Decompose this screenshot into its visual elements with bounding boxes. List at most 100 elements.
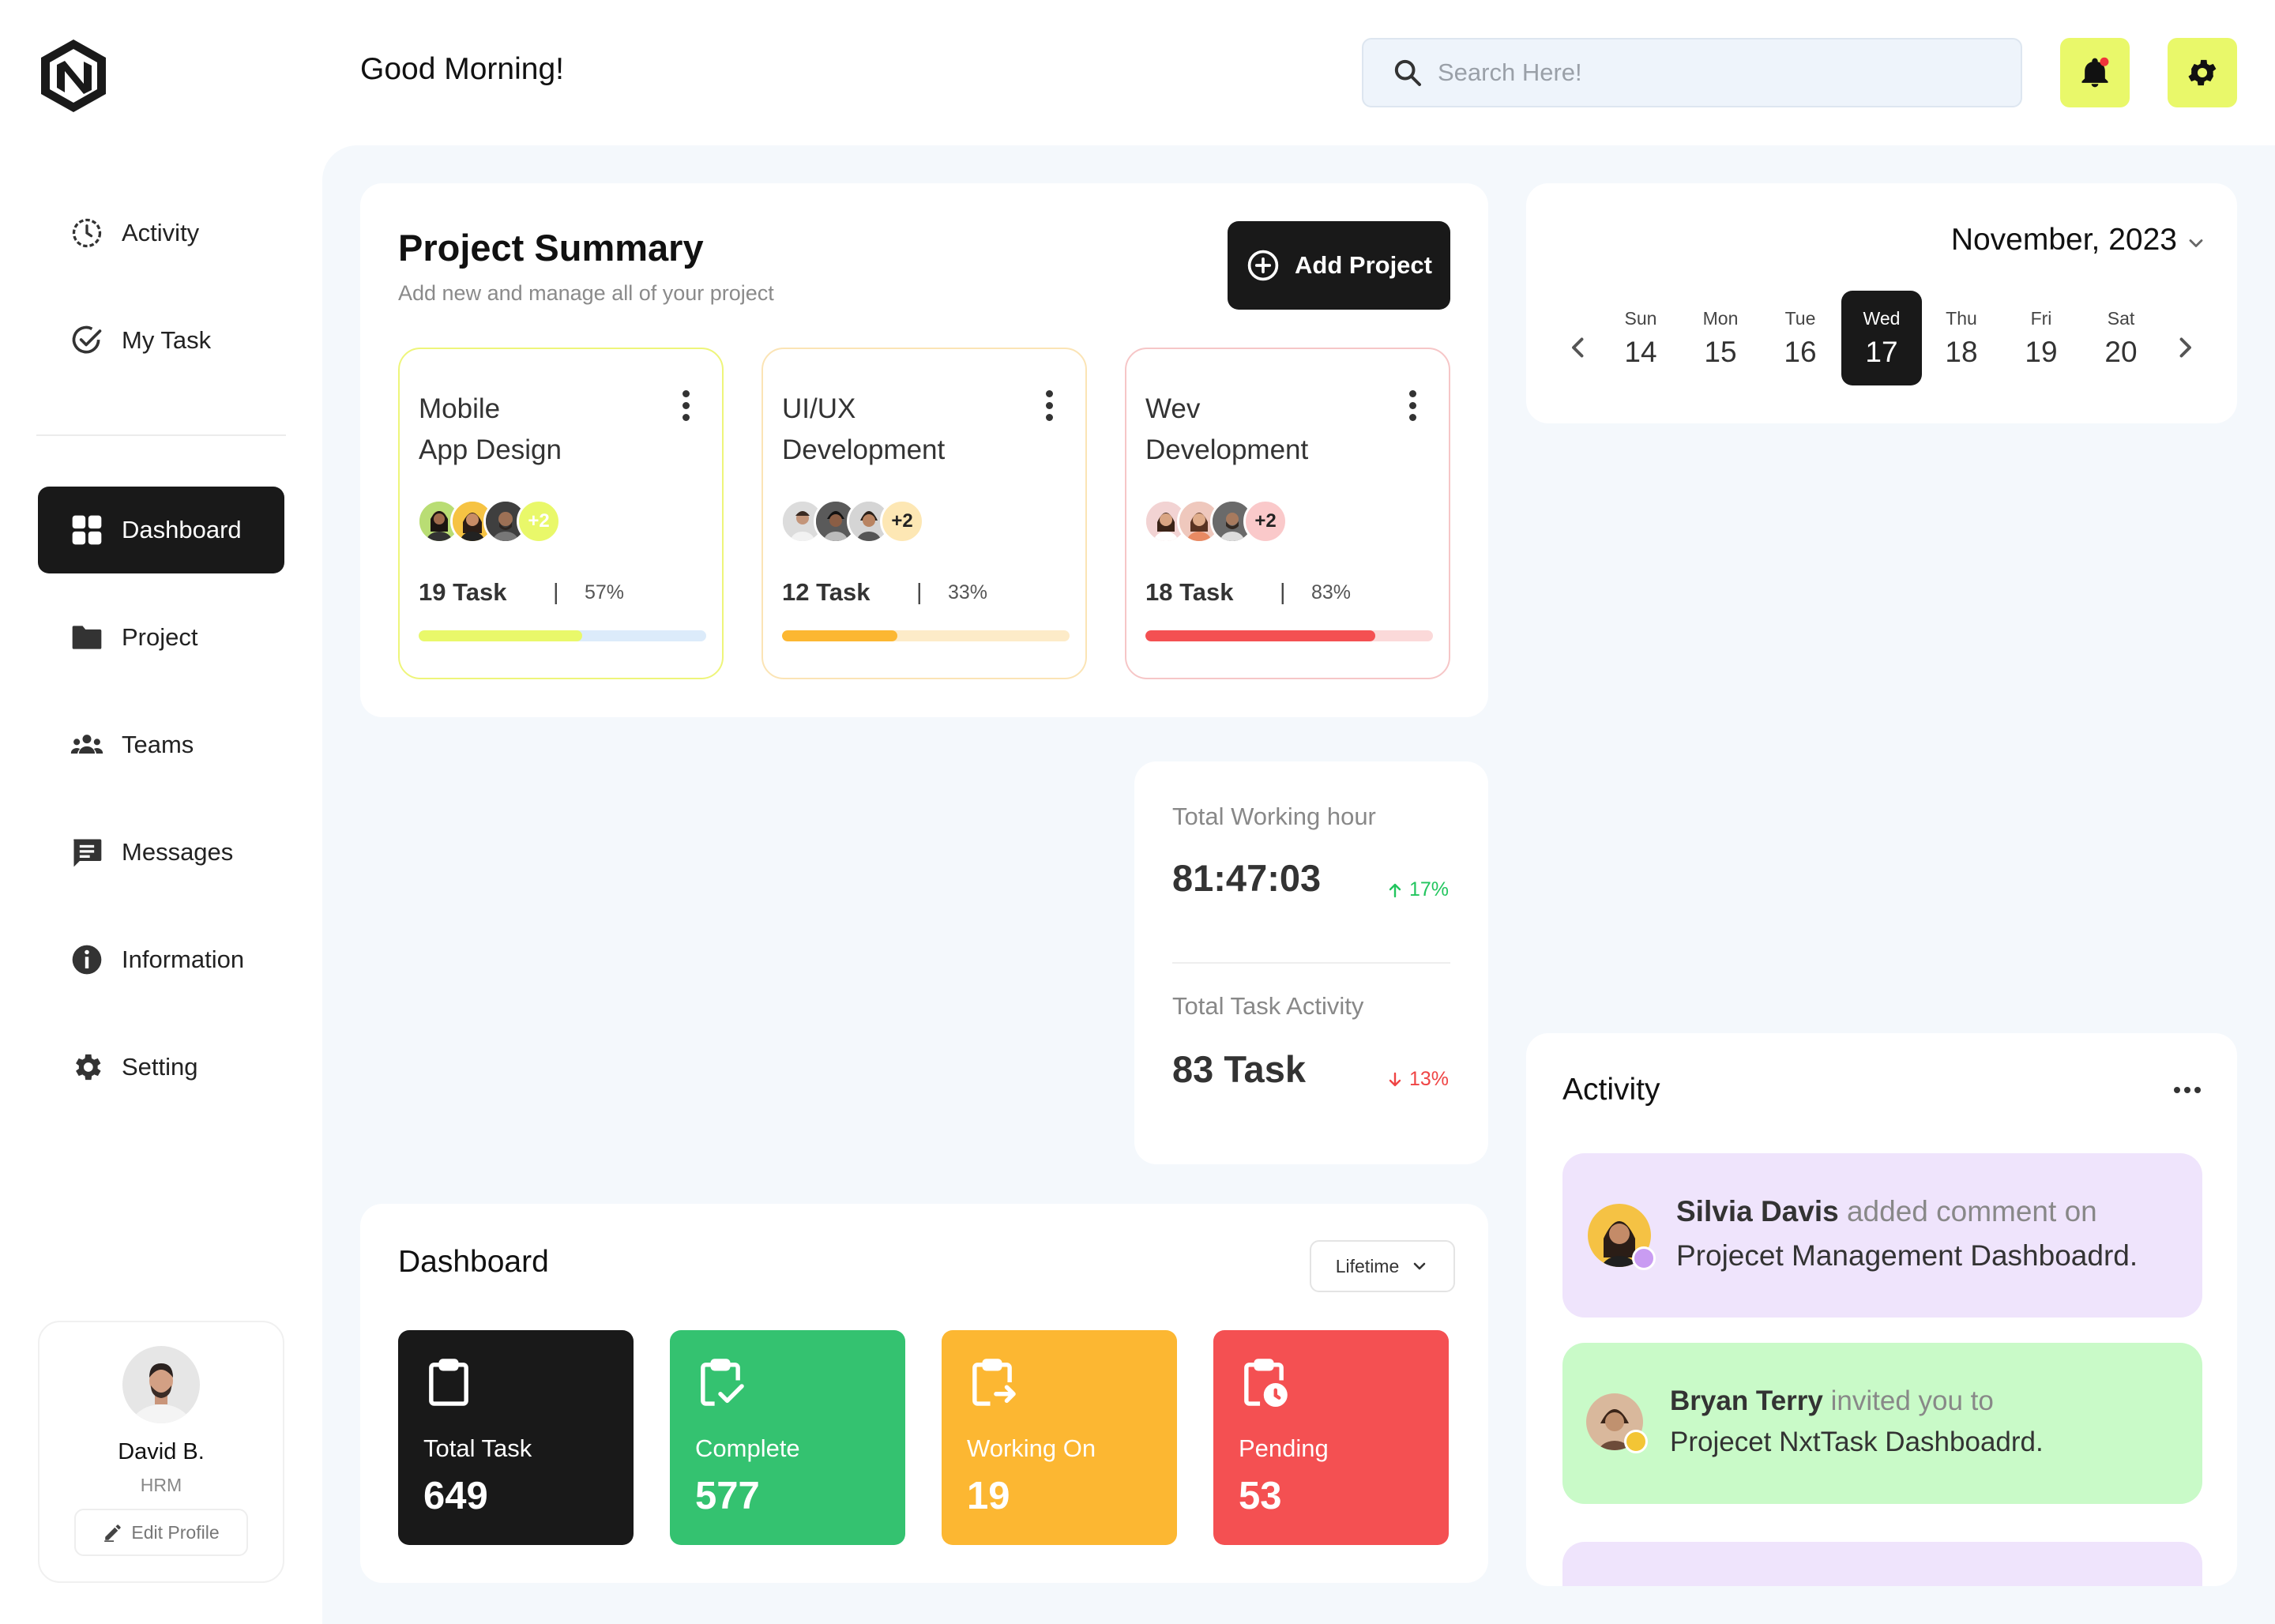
calendar-day[interactable]: Sat 20 — [2081, 291, 2161, 385]
task-percent: 57% — [585, 581, 625, 603]
member-avatars: +2 — [780, 499, 924, 543]
sidebar-item-messages[interactable]: Messages — [38, 809, 284, 896]
pencil-icon — [104, 1524, 122, 1542]
activity-card: Activity Silvia Davis added comment on P… — [1526, 1033, 2237, 1586]
bell-icon — [2081, 57, 2109, 88]
task-percent: 33% — [948, 581, 988, 603]
search-input[interactable] — [1438, 58, 1975, 87]
calendar-day[interactable]: Sun 14 — [1600, 291, 1681, 385]
tile-total-task[interactable]: Total Task 649 — [398, 1330, 634, 1545]
tile-complete[interactable]: Complete 577 — [670, 1330, 905, 1545]
profile-card: David B. HRM Edit Profile — [38, 1321, 284, 1583]
activity-text: Bryan Terry invited you to Projecet NxtT… — [1670, 1385, 2044, 1457]
nxt-logo[interactable] — [38, 38, 109, 114]
project-summary-title: Project Summary — [398, 227, 704, 269]
avatar — [122, 1346, 200, 1423]
calendar-card: November, 2023 Sun 14 Mon 15 Tue 16 Wed 17 T… — [1526, 183, 2237, 423]
sidebar-item-label: Teams — [122, 731, 194, 758]
working-hour-trend: 17% — [1386, 878, 1449, 901]
task-activity-value: 83 Task — [1172, 1048, 1306, 1090]
clipboard-icon — [429, 1359, 468, 1406]
tile-value: 649 — [423, 1475, 488, 1517]
tile-label: Complete — [695, 1434, 800, 1462]
edit-profile-button[interactable]: Edit Profile — [74, 1509, 248, 1556]
more-vertical-icon[interactable] — [1408, 390, 1417, 425]
calendar-month[interactable]: November, 2023 — [1951, 223, 2177, 258]
task-percent: 83% — [1311, 581, 1352, 603]
project-title: Wev Development — [1145, 393, 1309, 465]
clipboard-arrow-icon — [972, 1359, 1016, 1406]
project-card-uiux-development[interactable]: UI/UX Development +2 12 Task | 33% — [761, 348, 1087, 679]
calendar-day[interactable]: Thu 18 — [1921, 291, 2002, 385]
tile-value: 577 — [695, 1475, 760, 1517]
people-icon — [70, 735, 103, 754]
comment-badge-icon — [1632, 1246, 1656, 1270]
task-activity-label: Total Task Activity — [1172, 992, 1364, 1020]
member-avatars: +2 — [1144, 499, 1288, 543]
profile-role: HRM — [140, 1475, 182, 1495]
sidebar-item-project[interactable]: Project — [38, 594, 284, 681]
chevron-left-icon[interactable] — [1564, 333, 1592, 362]
chevron-right-icon[interactable] — [2171, 333, 2199, 362]
more-vertical-icon[interactable] — [681, 390, 690, 425]
tile-label: Working On — [967, 1434, 1096, 1462]
sidebar-item-activity[interactable]: Activity — [38, 190, 284, 276]
calendar-day-selected[interactable]: Wed 17 — [1841, 291, 1922, 385]
edit-profile-label: Edit Profile — [131, 1521, 220, 1543]
sidebar-divider — [36, 434, 286, 436]
extra-members-badge: +2 — [880, 499, 924, 543]
lifetime-dropdown[interactable]: Lifetime — [1310, 1240, 1455, 1292]
sidebar-item-label: My Task — [122, 326, 212, 354]
sidebar-item-setting[interactable]: Setting — [38, 1024, 284, 1111]
calendar-day[interactable]: Mon 15 — [1680, 291, 1761, 385]
project-card-wev-development[interactable]: Wev Development +2 18 Task | 83% — [1125, 348, 1450, 679]
calendar-day[interactable]: Tue 16 — [1760, 291, 1841, 385]
tile-value: 19 — [967, 1475, 1010, 1517]
more-horizontal-icon[interactable] — [2174, 1087, 2201, 1093]
sidebar-item-my-task[interactable]: My Task — [38, 297, 284, 384]
activity-item[interactable] — [1562, 1542, 2202, 1586]
project-summary-subtitle: Add new and manage all of your project — [398, 281, 774, 305]
extra-members-badge: +2 — [1243, 499, 1288, 543]
tile-working-on[interactable]: Working On 19 — [942, 1330, 1177, 1545]
notifications-button[interactable] — [2060, 38, 2130, 107]
tile-pending[interactable]: Pending 53 — [1213, 1330, 1449, 1545]
activity-item[interactable]: Silvia Davis added comment on Projecet M… — [1562, 1153, 2202, 1318]
sidebar-item-dashboard[interactable]: Dashboard — [38, 487, 284, 573]
sidebar-item-label: Activity — [122, 219, 200, 246]
task-count: 18 Task — [1145, 578, 1234, 606]
project-card-mobile-app-design[interactable]: Mobile App Design +2 19 Task | 57% — [398, 348, 724, 679]
greeting: Good Morning! — [360, 52, 564, 86]
more-vertical-icon[interactable] — [1044, 390, 1054, 425]
settings-button[interactable] — [2168, 38, 2237, 107]
arrow-down-icon — [1389, 1072, 1401, 1086]
working-hour-value: 81:47:03 — [1172, 857, 1322, 899]
sidebar-item-label: Project — [122, 623, 198, 651]
dashboard-title: Dashboard — [398, 1245, 549, 1279]
dashboard-card: Dashboard Lifetime Total Task 649 Comple… — [360, 1204, 1488, 1583]
task-separator: | — [553, 579, 559, 605]
add-project-button[interactable]: Add Project — [1228, 221, 1450, 310]
task-count: 19 Task — [419, 578, 507, 606]
chevron-down-icon — [1413, 1262, 1426, 1270]
chevron-down-icon[interactable] — [2185, 232, 2207, 254]
extra-members-badge: +2 — [517, 499, 561, 543]
search-box[interactable] — [1362, 38, 2022, 107]
sidebar-item-label: Setting — [122, 1053, 198, 1081]
sidebar-item-teams[interactable]: Teams — [38, 701, 284, 788]
sidebar-item-information[interactable]: Information — [38, 916, 284, 1003]
lifetime-label: Lifetime — [1335, 1255, 1400, 1276]
activity-text: Silvia Davis added comment on Projecet M… — [1676, 1195, 2138, 1272]
sidebar-item-label: Messages — [122, 838, 234, 866]
grid-icon — [72, 515, 102, 545]
folder-icon — [72, 626, 102, 649]
project-title: Mobile App Design — [419, 393, 562, 465]
progress-bar — [782, 630, 1070, 641]
tile-value: 53 — [1239, 1475, 1282, 1517]
activity-item[interactable]: Bryan Terry invited you to Projecet NxtT… — [1562, 1343, 2202, 1504]
profile-name: David B. — [118, 1439, 205, 1464]
tile-label: Total Task — [423, 1434, 532, 1462]
stats-divider — [1172, 962, 1450, 964]
calendar-day[interactable]: Fri 19 — [2001, 291, 2081, 385]
progress-fill — [1145, 630, 1376, 641]
